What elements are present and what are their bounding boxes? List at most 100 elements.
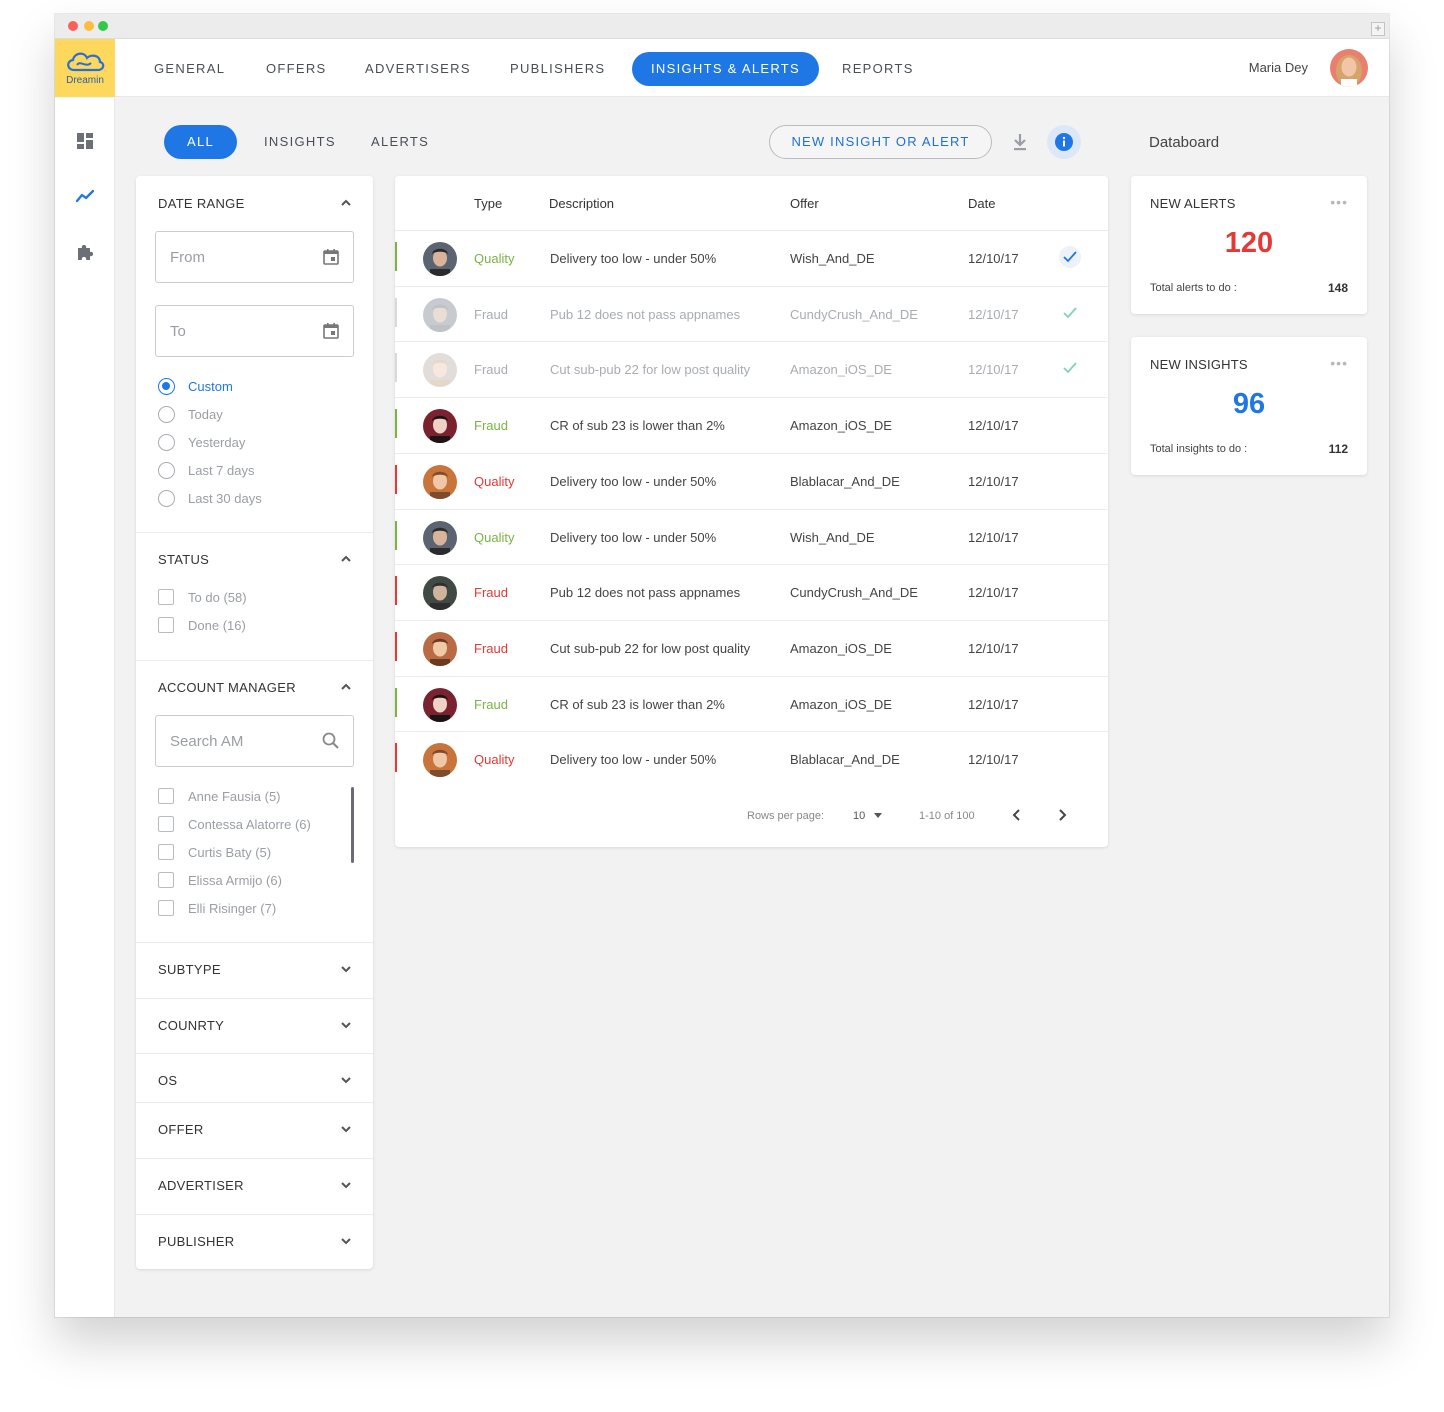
checkbox[interactable]	[158, 900, 174, 916]
checkbox[interactable]	[158, 788, 174, 804]
user-avatar[interactable]	[1330, 49, 1368, 87]
app-window: + Dreamin GENERAL OFFERS ADVERTISERS PUB…	[55, 14, 1389, 1317]
tab-insights[interactable]: INSIGHTS	[264, 125, 336, 159]
radio-control[interactable]	[158, 489, 175, 507]
status-done-checkbox[interactable]: Done (16)	[158, 615, 246, 635]
checkbox-count: (7)	[260, 900, 277, 916]
table-row[interactable]: Fraud CR of sub 23 is lower than 2% Amazon…	[395, 397, 1108, 453]
column-header-date[interactable]: Date	[968, 196, 995, 211]
chevron-down-icon[interactable]	[339, 1073, 353, 1087]
chevron-left-icon[interactable]	[1010, 808, 1024, 822]
table-row[interactable]: Quality Delivery too low - under 50% Wish_…	[395, 508, 1108, 565]
mark-done-button[interactable]	[1059, 357, 1081, 379]
am-checkbox-item[interactable]: Elli Risinger (7)	[158, 898, 276, 918]
am-list-scrollbar[interactable]	[351, 787, 354, 863]
status-indicator-bar	[395, 297, 397, 327]
mark-done-button[interactable]	[1059, 246, 1081, 268]
chevron-right-icon[interactable]	[1055, 808, 1069, 822]
table-row[interactable]: Fraud Pub 12 does not pass appnames CundyC…	[395, 564, 1108, 620]
checkbox[interactable]	[158, 872, 174, 888]
table-row[interactable]: Fraud Cut sub-pub 22 for low post quality…	[395, 341, 1108, 397]
am-checkbox-item[interactable]: Anne Fausia (5)	[158, 786, 281, 806]
nav-advertisers[interactable]: ADVERTISERS	[365, 57, 471, 81]
os-heading[interactable]: OS	[158, 1073, 177, 1088]
user-name[interactable]: Maria Dey	[1249, 60, 1308, 75]
calendar-icon[interactable]	[321, 247, 341, 267]
radio-today[interactable]: Today	[158, 404, 223, 424]
radio-yesterday[interactable]: Yesterday	[158, 432, 245, 452]
am-checkbox-item[interactable]: Elissa Armijo (6)	[158, 870, 282, 890]
chevron-down-icon[interactable]	[339, 962, 353, 976]
calendar-icon[interactable]	[321, 321, 341, 341]
country-heading[interactable]: COUNRTY	[158, 1018, 224, 1033]
divider	[136, 942, 373, 943]
trend-icon[interactable]	[75, 186, 95, 206]
date-to-field[interactable]: To	[155, 305, 354, 357]
tab-alerts[interactable]: ALERTS	[371, 125, 429, 159]
publisher-heading[interactable]: PUBLISHER	[158, 1234, 234, 1249]
table-row[interactable]: Quality Delivery too low - under 50% Wish_…	[395, 230, 1108, 286]
nav-general[interactable]: GENERAL	[154, 57, 225, 81]
radio-custom[interactable]: Custom	[158, 376, 233, 396]
search-icon[interactable]	[321, 731, 341, 751]
more-icon[interactable]: •••	[1330, 194, 1348, 210]
column-header-type[interactable]: Type	[474, 196, 502, 211]
maximize-window-button[interactable]	[98, 21, 108, 31]
checkbox[interactable]	[158, 589, 174, 605]
radio-control[interactable]	[158, 461, 175, 479]
column-header-description[interactable]: Description	[549, 196, 614, 211]
radio-last-7-days[interactable]: Last 7 days	[158, 460, 255, 480]
nav-reports[interactable]: REPORTS	[842, 57, 914, 81]
nav-publishers[interactable]: PUBLISHERS	[510, 57, 605, 81]
row-offer: CundyCrush_And_DE	[790, 306, 918, 322]
chevron-up-icon[interactable]	[339, 680, 353, 694]
radio-control[interactable]	[158, 377, 175, 395]
checkbox[interactable]	[158, 844, 174, 860]
subtype-heading[interactable]: SUBTYPE	[158, 962, 221, 977]
chevron-down-icon[interactable]	[339, 1234, 353, 1248]
column-header-offer[interactable]: Offer	[790, 196, 819, 211]
chevron-up-icon[interactable]	[339, 196, 353, 210]
search-am-input[interactable]: Search AM	[155, 715, 354, 767]
puzzle-icon[interactable]	[75, 242, 95, 262]
table-row[interactable]: Fraud Pub 12 does not pass appnames CundyC…	[395, 285, 1108, 342]
chevron-down-icon[interactable]	[339, 1178, 353, 1192]
table-row[interactable]: Fraud Cut sub-pub 22 for low post quality…	[395, 619, 1108, 676]
account-manager-heading[interactable]: ACCOUNT MANAGER	[158, 680, 296, 695]
close-window-button[interactable]	[68, 21, 78, 31]
offer-heading[interactable]: OFFER	[158, 1122, 204, 1137]
chevron-up-icon[interactable]	[339, 552, 353, 566]
radio-control[interactable]	[158, 433, 175, 451]
am-checkbox-item[interactable]: Contessa Alatorre (6)	[158, 814, 311, 834]
table-row[interactable]: Quality Delivery too low - under 50% Blabl…	[395, 452, 1108, 509]
status-heading[interactable]: STATUS	[158, 552, 209, 567]
chevron-down-icon[interactable]	[339, 1018, 353, 1032]
date-from-field[interactable]: From	[155, 231, 354, 283]
table-row[interactable]: Quality Delivery too low - under 50% Blabl…	[395, 731, 1108, 787]
minimize-window-button[interactable]	[84, 21, 94, 31]
advertiser-heading[interactable]: ADVERTISER	[158, 1178, 244, 1193]
new-insight-alert-button[interactable]: NEW INSIGHT OR ALERT	[769, 125, 992, 159]
status-todo-checkbox[interactable]: To do (58)	[158, 587, 247, 607]
date-range-heading[interactable]: DATE RANGE	[158, 196, 245, 211]
am-checkbox-item[interactable]: Curtis Baty (5)	[158, 842, 271, 862]
table-row[interactable]: Fraud CR of sub 23 is lower than 2% Amazon…	[395, 675, 1108, 732]
chevron-down-icon[interactable]	[339, 1122, 353, 1136]
download-icon[interactable]	[1009, 131, 1031, 153]
nav-offers[interactable]: OFFERS	[266, 57, 327, 81]
rows-per-page-value: 10	[853, 810, 866, 822]
row-offer: Wish_And_DE	[790, 529, 875, 545]
radio-last-30-days[interactable]: Last 30 days	[158, 488, 262, 508]
rows-per-page-select[interactable]: 10	[853, 810, 883, 822]
tab-all[interactable]: ALL	[164, 125, 238, 159]
checkbox[interactable]	[158, 617, 174, 633]
mark-done-button[interactable]	[1059, 302, 1081, 324]
nav-insights-alerts[interactable]: INSIGHTS & ALERTS	[632, 52, 820, 86]
more-icon[interactable]: •••	[1330, 355, 1348, 371]
radio-control[interactable]	[158, 405, 175, 423]
checkbox[interactable]	[158, 816, 174, 832]
new-tab-button[interactable]: +	[1371, 22, 1385, 36]
info-button[interactable]	[1047, 125, 1081, 159]
dashboard-icon[interactable]	[75, 131, 95, 151]
brand-logo[interactable]: Dreamin	[55, 39, 115, 97]
